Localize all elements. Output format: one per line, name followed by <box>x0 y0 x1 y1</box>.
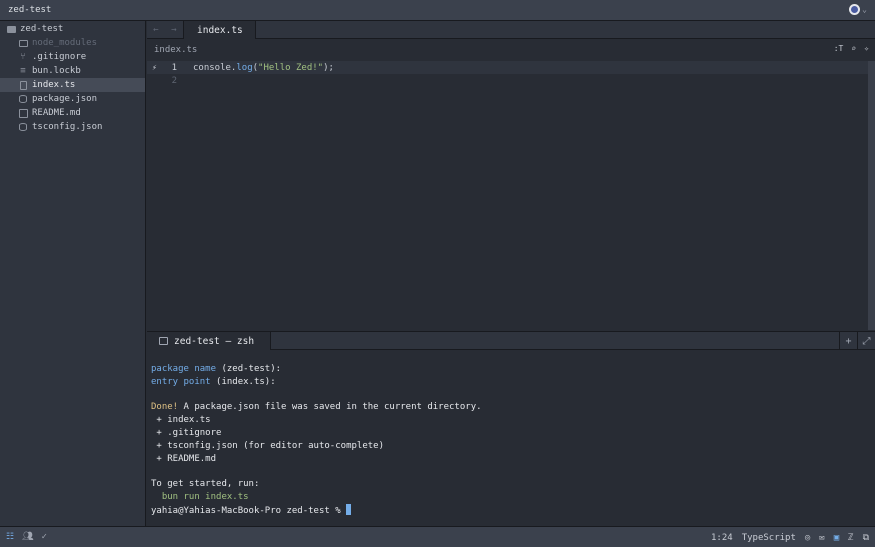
terminal-line: + .gitignore <box>151 427 222 438</box>
terminal-panel: zed-test — zsh + ⤢ package name (zed-tes… <box>147 331 875 526</box>
code-text[interactable]: console.log("Hello Zed!"); <box>177 63 334 73</box>
tree-item-label: node_modules <box>32 38 98 48</box>
terminal-cursor <box>346 503 352 515</box>
code-line[interactable]: ⚡ 1 console.log("Hello Zed!"); <box>147 61 875 74</box>
tree-item-tsconfig[interactable]: tsconfig.json <box>0 120 145 134</box>
line-number: 1 <box>171 62 177 73</box>
title-bar: zed-test ⌄ <box>0 0 875 21</box>
code-line[interactable]: 2 <box>147 74 875 87</box>
maximize-icon[interactable]: ⤢ <box>857 332 875 350</box>
chat-panel-icon[interactable]: ⧉ <box>863 533 869 543</box>
folder-icon <box>18 38 28 48</box>
terminal-line: Done! A package.json file was saved in t… <box>151 402 482 413</box>
status-bar-left: ☷ 👥︎ ✓ <box>0 532 47 542</box>
search-icon[interactable]: ⌕ <box>851 44 856 53</box>
terminal-line: + tsconfig.json (for editor auto-complet… <box>151 440 384 451</box>
tab-index-ts[interactable]: index.ts <box>184 21 256 39</box>
code-editor[interactable]: ⚡ 1 console.log("Hello Zed!"); 2 <box>147 61 875 330</box>
tree-item-label: tsconfig.json <box>32 122 103 132</box>
git-icon: ⑂ <box>20 52 26 62</box>
terminal-line: entry point (index.ts): <box>151 376 276 387</box>
tree-item-bun-lockb[interactable]: ≡ bun.lockb <box>0 64 145 78</box>
terminal-toggle-icon[interactable]: ▣ <box>834 533 839 543</box>
tree-item-package-json[interactable]: package.json <box>0 92 145 106</box>
terminal-line: package name (zed-test): <box>151 364 282 374</box>
project-panel-icon[interactable]: ☷ <box>6 532 14 542</box>
terminal-toolbar: + ⤢ <box>839 332 875 350</box>
terminal-tab[interactable]: zed-test — zsh <box>147 332 272 350</box>
tree-item-gitignore[interactable]: ⑂ .gitignore <box>0 50 145 64</box>
tree-item-label: package.json <box>32 94 98 104</box>
folder-open-icon <box>6 24 16 34</box>
breadcrumb-file[interactable]: index.ts <box>154 45 197 55</box>
breadcrumb: index.ts :T ⌕ ✧ <box>147 39 875 61</box>
tree-item-readme[interactable]: README.md <box>0 106 145 120</box>
collab-icon[interactable]: 👥︎ <box>22 532 33 542</box>
tree-item-label: .gitignore <box>32 52 87 62</box>
terminal-prompt-line[interactable]: yahia@Yahias-MacBook-Pro zed-test % <box>151 503 875 518</box>
lines-icon: ≡ <box>20 66 26 76</box>
tree-item-node-modules[interactable]: node_modules <box>0 36 145 50</box>
editor-tab-bar: ← → index.ts <box>147 21 875 39</box>
terminal-icon <box>159 337 168 345</box>
outline-icon[interactable]: :T <box>834 44 844 53</box>
tree-item-label: bun.lockb <box>32 66 81 76</box>
editor-toolbar: :T ⌕ ✧ <box>834 44 869 53</box>
line-number: 2 <box>171 75 177 86</box>
terminal-line: bun run index.ts <box>151 491 249 502</box>
arrow-right-icon[interactable]: → <box>171 25 176 35</box>
cursor-position[interactable]: 1:24 <box>711 533 733 543</box>
tab-label: index.ts <box>197 24 243 36</box>
assistant-icon[interactable]: ✧ <box>864 44 869 53</box>
check-icon[interactable]: ✓ <box>42 532 47 542</box>
tree-item-label: README.md <box>32 108 81 118</box>
chevron-down-icon[interactable]: ⌄ <box>862 5 867 14</box>
vertical-scrollbar[interactable] <box>868 61 875 330</box>
terminal-line: + index.ts <box>151 415 211 426</box>
terminal-line: + README.md <box>151 453 217 464</box>
language-selector[interactable]: TypeScript <box>742 533 796 543</box>
terminal-tab-label: zed-test — zsh <box>174 335 255 347</box>
add-terminal-button[interactable]: + <box>839 332 857 350</box>
arrow-left-icon[interactable]: ← <box>153 25 158 35</box>
status-bar-right: 1:24 TypeScript ◎ ✉ ▣ ℤ ⧉ <box>711 527 869 547</box>
navigation-buttons: ← → <box>147 21 184 38</box>
feedback-icon[interactable]: ✉ <box>819 533 824 543</box>
tree-root-folder[interactable]: zed-test <box>0 22 145 36</box>
terminal-tab-bar: zed-test — zsh + ⤢ <box>147 332 875 350</box>
copilot-icon[interactable]: ◎ <box>805 533 810 543</box>
terminal-line: To get started, run: <box>151 479 260 490</box>
status-bar: ☷ 👥︎ ✓ 1:24 TypeScript ◎ ✉ ▣ ℤ ⧉ <box>0 526 875 547</box>
run-icon[interactable]: ⚡ <box>147 63 159 72</box>
database-icon <box>18 94 28 104</box>
assistant-panel-icon[interactable]: ℤ <box>848 533 853 543</box>
avatar[interactable] <box>849 4 861 15</box>
editor-pane: ← → index.ts index.ts :T ⌕ ✧ ⚡ 1 console… <box>147 21 875 331</box>
project-panel: zed-test node_modules ⑂ .gitignore ≡ bun… <box>0 21 146 526</box>
project-title[interactable]: zed-test <box>0 5 51 15</box>
typescript-file-icon <box>18 80 28 90</box>
user-menu[interactable]: ⌄ <box>849 4 867 15</box>
terminal-prompt: yahia@Yahias-MacBook-Pro zed-test % <box>151 505 347 516</box>
tree-item-index-ts[interactable]: index.ts <box>0 78 145 92</box>
tree-root-label: zed-test <box>20 24 64 34</box>
tree-item-label: index.ts <box>32 80 76 90</box>
terminal-output[interactable]: package name (zed-test): entry point (ind… <box>147 350 875 518</box>
database-icon <box>18 122 28 132</box>
book-icon <box>18 108 28 118</box>
